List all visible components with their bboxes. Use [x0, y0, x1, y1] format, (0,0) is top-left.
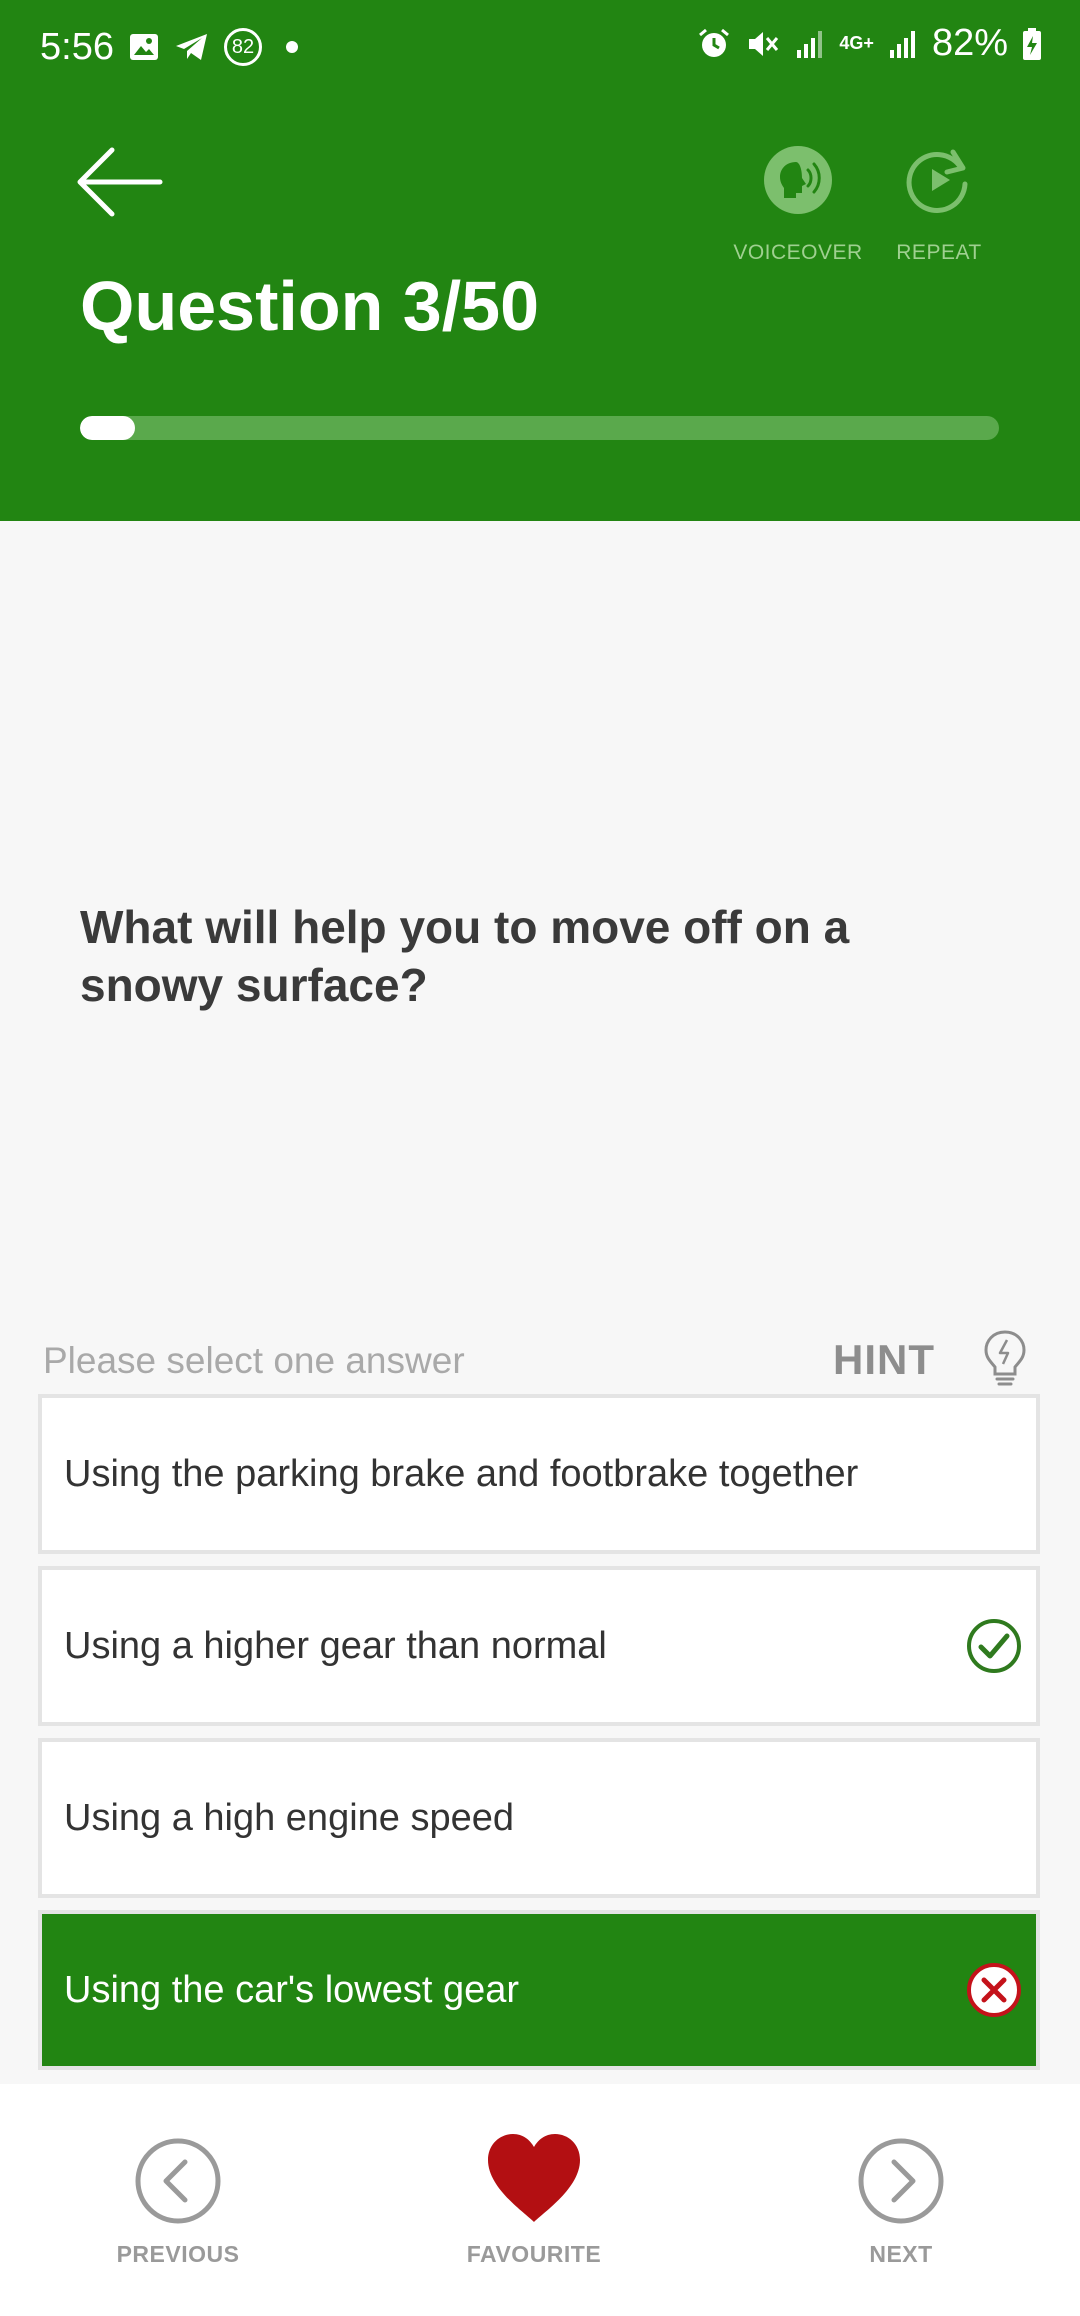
- answer-prompt: Please select one answer: [43, 1340, 465, 1381]
- next-label: NEXT: [869, 2241, 933, 2267]
- heart-icon: [488, 2134, 580, 2222]
- question-text: What will help you to move off on a snow…: [80, 901, 850, 1011]
- next-button[interactable]: NEXT: [801, 2136, 1001, 2268]
- back-button[interactable]: [76, 142, 166, 222]
- progress-fill: [80, 416, 136, 440]
- speaking-head-icon: [764, 146, 832, 214]
- notification-count-badge: 82: [224, 28, 262, 66]
- chevron-right-circle-icon: [858, 2138, 944, 2224]
- answer-text: Using the parking brake and footbrake to…: [64, 1452, 859, 1495]
- question-counter: Question 3/50: [80, 267, 540, 345]
- status-time: 5:56: [40, 26, 114, 68]
- repeat-button[interactable]: REPEAT: [869, 144, 1009, 265]
- answer-list: Using the parking brake and footbrake to…: [38, 1394, 1040, 2082]
- progress-bar: [80, 416, 999, 440]
- header: 5:56 82 4G+ 82% VOICEOVER REPEAT Questio…: [0, 0, 1080, 521]
- previous-label: PREVIOUS: [116, 2241, 240, 2267]
- favourite-button[interactable]: FAVOURITE: [434, 2130, 634, 2268]
- voiceover-button[interactable]: VOICEOVER: [728, 144, 868, 265]
- previous-button[interactable]: PREVIOUS: [78, 2136, 278, 2268]
- answer-option[interactable]: Using the parking brake and footbrake to…: [38, 1394, 1040, 1554]
- battery-icon: [1023, 27, 1041, 60]
- gallery-icon: [130, 34, 158, 60]
- arrow-left-icon: [77, 147, 163, 217]
- status-left-icons: 82: [128, 28, 302, 66]
- answer-option-selected[interactable]: Using the car's lowest gear: [38, 1910, 1040, 2070]
- answer-text: Using the car's lowest gear: [64, 1968, 520, 2011]
- signal-icon-2: [889, 30, 915, 58]
- bottom-nav: PREVIOUS FAVOURITE NEXT: [0, 2084, 1080, 2316]
- signal-icon: [797, 30, 823, 58]
- answer-option[interactable]: Using a higher gear than normal: [38, 1566, 1040, 1726]
- battery-level: 82%: [931, 22, 1008, 64]
- hint-button[interactable]: HINT: [833, 1336, 935, 1384]
- voiceover-label: VOICEOVER: [733, 241, 863, 264]
- dot-icon: [286, 41, 298, 53]
- status-right-icons: 4G+ 82%: [697, 22, 1042, 65]
- x-circle-icon: [967, 1963, 1021, 2017]
- chevron-left-circle-icon: [135, 2138, 221, 2224]
- answer-text: Using a high engine speed: [64, 1796, 515, 1839]
- lightbulb-icon[interactable]: [980, 1328, 1030, 1388]
- favourite-label: FAVOURITE: [466, 2241, 602, 2267]
- mute-icon: [749, 31, 779, 56]
- answer-text: Using a higher gear than normal: [64, 1624, 607, 1667]
- telegram-icon: [176, 34, 207, 60]
- network-type: 4G+: [839, 33, 874, 53]
- status-bar: 5:56 82 4G+ 82%: [0, 0, 1080, 96]
- replay-icon: [906, 149, 968, 213]
- answer-option[interactable]: Using a high engine speed: [38, 1738, 1040, 1898]
- repeat-label: REPEAT: [896, 241, 982, 264]
- alarm-icon: [699, 28, 730, 57]
- check-circle-icon: [967, 1619, 1021, 1673]
